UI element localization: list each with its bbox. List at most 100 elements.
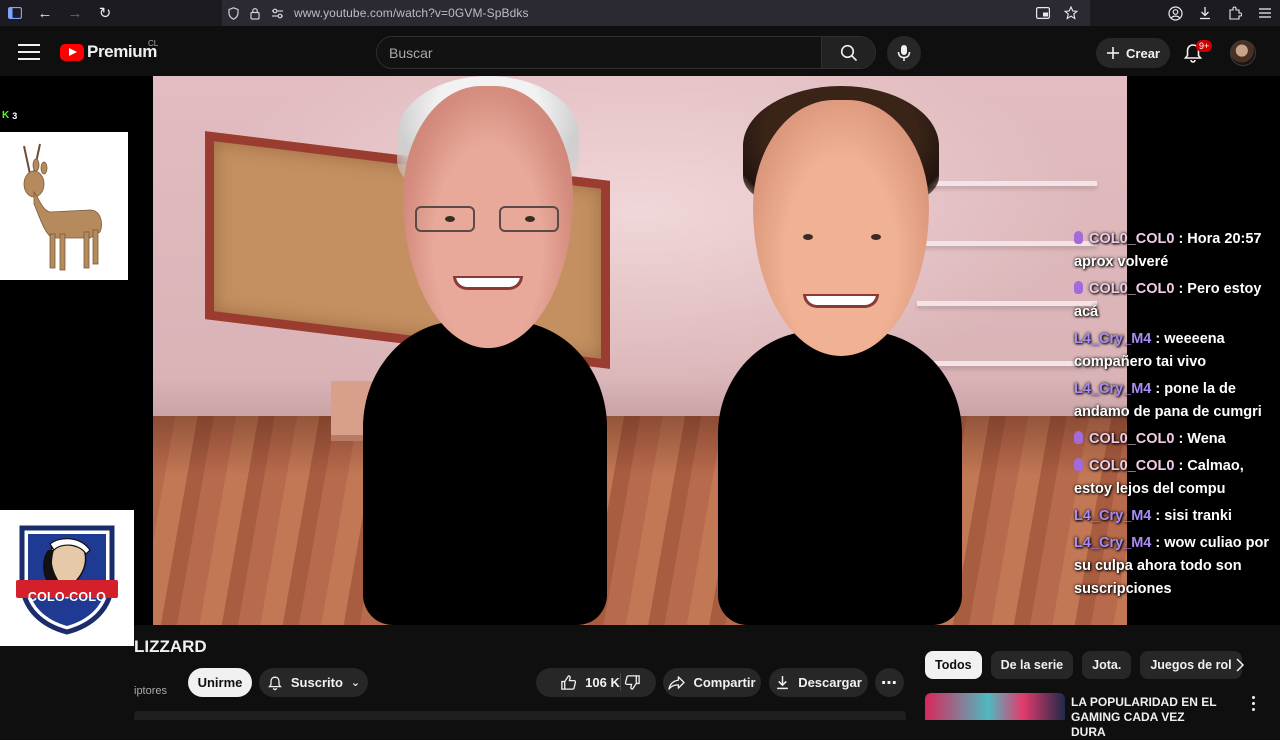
video-player[interactable]: K 3 COL0_COL0 : Hora 20:57 aprox volveré…: [0, 76, 1280, 625]
forward-icon[interactable]: →: [60, 0, 90, 26]
left-character-body: [363, 321, 607, 625]
thumbs-down-icon: [624, 675, 640, 690]
chat-username: COL0_COL0: [1089, 231, 1175, 247]
dislike-button[interactable]: [624, 674, 641, 694]
menu-icon[interactable]: [18, 44, 40, 60]
team-logo-card: COLO-COLO: [0, 510, 134, 646]
chat-message: L4_Cry_M4 : weeeena compañero tai vivo: [1074, 328, 1280, 374]
back-icon[interactable]: ←: [30, 0, 60, 26]
kick-logo-icon: K: [2, 110, 10, 121]
bell-icon: [268, 676, 282, 690]
deer-icon: [23, 143, 102, 271]
chip-de-la-serie[interactable]: De la serie: [990, 651, 1074, 679]
microphone-icon: [897, 45, 911, 61]
subscribed-button[interactable]: Suscrito ⌄: [259, 668, 368, 697]
subscribed-label: Suscrito: [290, 675, 343, 690]
url-text[interactable]: www.youtube.com/watch?v=0GVM-SpBdks: [294, 6, 529, 20]
stream-chat-overlay: COL0_COL0 : Hora 20:57 aprox volveré COL…: [1074, 228, 1280, 605]
chat-text: : sisi tranki: [1155, 508, 1232, 524]
lock-icon[interactable]: [244, 0, 266, 26]
video-frame[interactable]: [153, 76, 1127, 625]
address-bar[interactable]: www.youtube.com/watch?v=0GVM-SpBdks: [222, 0, 1090, 26]
chat-username: COL0_COL0: [1089, 281, 1175, 297]
like-button[interactable]: 106 K: [560, 674, 632, 691]
region-code: CL: [148, 39, 159, 48]
chip-todos[interactable]: Todos: [925, 651, 982, 679]
youtube-header: Premium CL Buscar Crear 9+: [0, 26, 1280, 76]
more-actions-button[interactable]: ⋯: [875, 668, 904, 697]
more-vertical-icon[interactable]: [1246, 696, 1260, 714]
chat-message: L4_Cry_M4 : pone la de andamo de pana de…: [1074, 378, 1280, 424]
chat-username: L4_Cry_M4: [1074, 535, 1152, 551]
viewer-count: 3: [12, 110, 18, 121]
mic-badge-icon: [1074, 458, 1083, 471]
recommendation-thumbnail[interactable]: [925, 693, 1065, 720]
like-dislike-group: 106 K: [536, 668, 656, 697]
sidebar-toggle-icon[interactable]: [0, 0, 30, 26]
team-name: COLO-COLO: [27, 590, 107, 604]
video-title: LIZZARD: [134, 637, 207, 656]
permissions-icon[interactable]: [266, 0, 288, 26]
download-icon: [777, 676, 789, 690]
youtube-play-logo-icon: [60, 43, 84, 61]
chat-message: COL0_COL0 : Hora 20:57 aprox volveré: [1074, 228, 1280, 274]
search-box: Buscar: [376, 36, 876, 69]
chip-juegos-de-rol[interactable]: Juegos de rol: [1140, 651, 1242, 679]
thumbs-up-icon: [561, 675, 577, 690]
chat-text: : Wena: [1178, 431, 1226, 447]
chat-message: L4_Cry_M4 : wow culiao por su culpa ahor…: [1074, 532, 1280, 601]
chat-message: L4_Cry_M4 : sisi tranki: [1074, 505, 1280, 528]
chat-message: COL0_COL0 : Pero estoy acá: [1074, 278, 1280, 324]
chat-message: COL0_COL0 : Calmao, estoy lejos del comp…: [1074, 455, 1280, 501]
voice-search-button[interactable]: [887, 36, 921, 70]
download-label: Descargar: [798, 675, 862, 690]
avatar[interactable]: [1230, 40, 1256, 66]
share-icon: [668, 676, 686, 690]
create-label: Crear: [1126, 45, 1160, 61]
right-character-body: [718, 331, 962, 625]
search-button[interactable]: [821, 37, 875, 68]
recommendation-title[interactable]: LA POPULARIDAD EN EL GAMING CADA VEZ DUR…: [1071, 695, 1221, 740]
colo-colo-shield-logo: [16, 525, 118, 635]
chip-jota[interactable]: Jota.: [1082, 651, 1132, 679]
download-button[interactable]: Descargar: [769, 668, 868, 697]
chat-username: L4_Cry_M4: [1074, 508, 1152, 524]
subscriber-count: iptores: [134, 685, 168, 697]
mic-badge-icon: [1074, 281, 1083, 294]
more-horizontal-icon: ⋯: [881, 674, 898, 692]
chevron-down-icon: ⌄: [350, 677, 361, 689]
browser-toolbar: ← → ↻ www.youtube.com/watch?v=0GVM-SpBdk…: [0, 0, 1280, 26]
extensions-icon[interactable]: [1220, 0, 1250, 26]
description-box-edge: [134, 711, 906, 720]
glasses: [415, 206, 563, 236]
youtube-premium-logo[interactable]: Premium CL: [60, 39, 159, 62]
mic-badge-icon: [1074, 231, 1083, 244]
chat-message: COL0_COL0 : Wena: [1074, 428, 1280, 451]
search-icon: [840, 44, 857, 61]
kick-viewer-counter: K 3: [2, 110, 17, 121]
mic-badge-icon: [1074, 431, 1083, 444]
like-count: 106 K: [585, 675, 620, 690]
notification-badge: 9+: [1196, 40, 1213, 52]
chat-username: L4_Cry_M4: [1074, 331, 1152, 347]
plus-icon: [1107, 47, 1120, 59]
logo-text: Premium: [87, 42, 157, 61]
chat-username: L4_Cry_M4: [1074, 381, 1152, 397]
create-button[interactable]: Crear: [1096, 38, 1170, 68]
recommendation-chips: Todos De la serie Jota. Juegos de rol: [925, 651, 1242, 679]
chat-username: COL0_COL0: [1089, 458, 1175, 474]
chat-username: COL0_COL0: [1089, 431, 1175, 447]
bookmark-star-icon[interactable]: [1060, 0, 1082, 26]
app-menu-icon[interactable]: [1250, 0, 1280, 26]
search-input[interactable]: Buscar: [377, 37, 821, 68]
share-label: Compartir: [693, 675, 756, 690]
account-icon[interactable]: [1160, 0, 1190, 26]
join-button[interactable]: Unirme: [188, 668, 252, 697]
downloads-icon[interactable]: [1190, 0, 1220, 26]
chevron-right-icon[interactable]: [1228, 653, 1252, 677]
picture-in-picture-icon[interactable]: [1032, 0, 1054, 26]
deer-image: [0, 132, 128, 280]
shield-icon[interactable]: [222, 0, 244, 26]
share-button[interactable]: Compartir: [663, 668, 761, 697]
reload-icon[interactable]: ↻: [90, 0, 120, 26]
